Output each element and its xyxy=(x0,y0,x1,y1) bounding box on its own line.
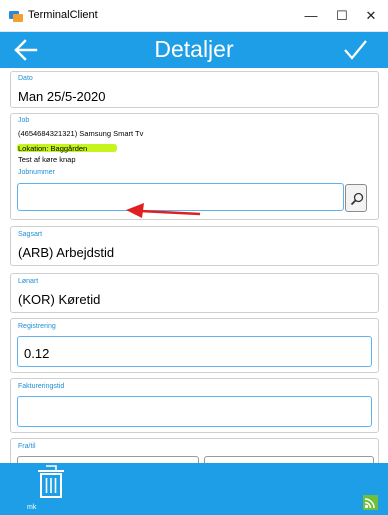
minimize-button[interactable]: — xyxy=(300,6,322,26)
lonart-label: Lønart xyxy=(18,278,39,285)
registrering-input[interactable]: 0.12 xyxy=(17,336,372,367)
dato-value: Man 25/5-2020 xyxy=(18,89,106,104)
app-icon xyxy=(9,11,23,22)
lonart-value: (KOR) Køretid xyxy=(18,292,101,307)
job-location: Lokation: Baggården xyxy=(18,144,88,153)
details-form: Dato Man 25/5-2020 Job (4654684321321) S… xyxy=(0,68,388,463)
user-label: mk xyxy=(27,504,37,511)
window-titlebar: TerminalClient — ☐ ✕ xyxy=(0,0,388,32)
search-button[interactable] xyxy=(345,184,367,212)
til-input[interactable] xyxy=(204,456,374,463)
trash-icon[interactable] xyxy=(35,464,67,500)
fratil-card: Fra/til xyxy=(10,438,379,463)
registrering-label: Registrering xyxy=(18,323,56,330)
bottom-toolbar: mk xyxy=(0,463,388,515)
wifi-icon xyxy=(363,495,378,510)
maximize-button[interactable]: ☐ xyxy=(331,6,353,26)
lonart-card[interactable]: Lønart (KOR) Køretid xyxy=(10,273,379,313)
page-title: Detaljer xyxy=(154,36,234,62)
fra-input[interactable] xyxy=(17,456,199,463)
dato-label: Dato xyxy=(18,75,33,82)
job-line-3: Test af køre knap xyxy=(18,155,76,164)
sagsart-label: Sagsart xyxy=(18,231,43,238)
job-line-1: (4654684321321) Samsung Smart Tv xyxy=(18,129,144,138)
registrering-value: 0.12 xyxy=(24,346,50,361)
close-window-button[interactable]: ✕ xyxy=(360,6,382,26)
search-icon xyxy=(350,192,364,206)
faktureringstid-card: Faktureringstid xyxy=(10,378,379,433)
fratil-label: Fra/til xyxy=(18,443,36,450)
checkmark-icon[interactable] xyxy=(342,38,368,62)
faktureringstid-label: Faktureringstid xyxy=(18,383,65,390)
faktureringstid-input[interactable] xyxy=(17,396,372,427)
registrering-card: Registrering 0.12 xyxy=(10,318,379,373)
dato-card[interactable]: Dato Man 25/5-2020 xyxy=(10,71,379,108)
job-label: Job xyxy=(18,117,30,124)
sagsart-card[interactable]: Sagsart (ARB) Arbejdstid xyxy=(10,226,379,266)
window-title: TerminalClient xyxy=(28,9,98,21)
jobnummer-label: Jobnummer xyxy=(18,169,55,176)
sagsart-value: (ARB) Arbejdstid xyxy=(18,245,115,260)
app-header: Detaljer xyxy=(0,32,388,68)
red-arrow-annotation xyxy=(126,203,201,218)
